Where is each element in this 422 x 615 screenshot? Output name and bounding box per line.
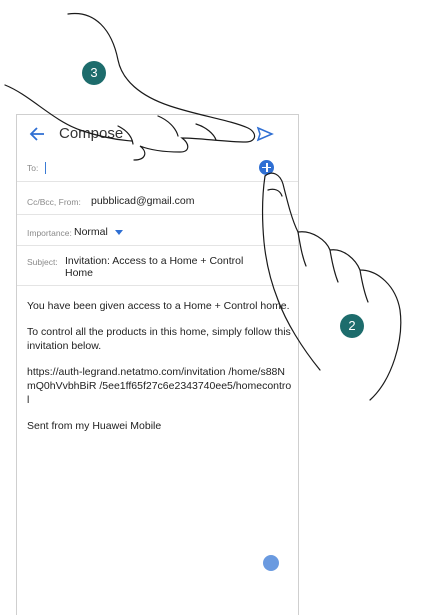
lower-hand-outline (264, 172, 402, 401)
upper-hand-outline (67, 12, 256, 161)
step-3-callout: 3 (82, 61, 106, 85)
hand-illustrations (4, 12, 402, 401)
step-2-callout: 2 (340, 314, 364, 338)
